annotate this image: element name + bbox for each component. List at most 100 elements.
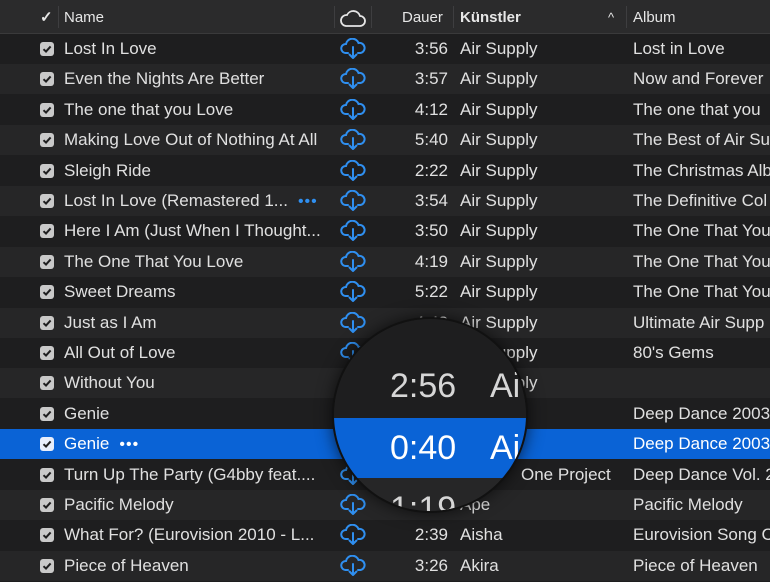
track-checkbox[interactable] [40, 224, 54, 239]
cloud-download-icon[interactable] [340, 98, 366, 121]
track-row[interactable]: Sleigh Ride 2:22 Air Supply The Christmas A… [0, 155, 770, 186]
track-name: Just as I Am [64, 308, 332, 338]
track-album: The Definitive Col [633, 191, 768, 210]
cloud-download-icon[interactable] [340, 554, 366, 577]
track-name: Turn Up The Party (G4bby feat.... [64, 460, 332, 490]
track-album: The One That You [633, 221, 770, 241]
track-duration: 3:50 [414, 221, 448, 241]
track-name: What For? (Eurovision 2010 - L... [64, 520, 332, 550]
cloud-download-icon[interactable] [340, 37, 366, 60]
checkmark-icon [42, 106, 52, 114]
checkmark-icon [42, 319, 52, 327]
track-checkbox[interactable] [40, 102, 54, 117]
track-name-text: Sleigh Ride [64, 160, 151, 180]
track-album: The One That You [633, 282, 770, 302]
column-divider [58, 6, 59, 28]
track-checkbox[interactable] [40, 346, 54, 360]
track-artist: Air Supply [460, 221, 538, 241]
track-row[interactable]: Even the Nights Are Better 3:57 Air Supply… [0, 64, 770, 95]
column-divider [453, 6, 454, 28]
track-name: Genie [64, 399, 332, 429]
dauer-column-header[interactable]: Dauer [402, 0, 443, 34]
track-checkbox[interactable] [40, 254, 54, 269]
track-artist: Air Supply [460, 282, 538, 302]
cloud-download-icon[interactable] [340, 68, 366, 90]
track-duration: 3:26 [414, 555, 448, 575]
track-album: Deep Dance Vol. 2 [633, 464, 770, 484]
checkmark-icon [42, 380, 52, 388]
track-artist: Akira [460, 555, 499, 575]
track-album: Now and Forever [633, 69, 764, 89]
track-name: The One That You Love [64, 247, 332, 277]
track-checkbox[interactable] [40, 558, 54, 573]
track-artist: Air Supply [460, 39, 538, 58]
track-checkbox[interactable] [40, 72, 54, 87]
album-column-header[interactable]: Album [633, 0, 676, 34]
checkmark-icon [42, 562, 52, 570]
track-name-text: All Out of Love [64, 343, 176, 362]
cloud-download-icon[interactable] [340, 189, 366, 212]
track-album [633, 368, 770, 398]
track-row[interactable]: Lost In Love (Remastered 1... ••• 3:54 Air … [0, 186, 770, 216]
track-name-text: Making Love Out of Nothing At All [64, 130, 318, 150]
track-artist: Air Supply [460, 160, 538, 180]
checkmark-icon [42, 136, 52, 145]
track-artist: Air Supply [460, 251, 538, 271]
cloud-download-icon[interactable] [340, 524, 366, 546]
track-row[interactable]: What For? (Eurovision 2010 - L... 2:39 Ais… [0, 520, 770, 551]
track-checkbox[interactable] [40, 194, 54, 208]
track-row[interactable]: The one that you Love 4:12 Air Supply The o… [0, 94, 770, 125]
track-checkbox[interactable] [40, 285, 54, 300]
track-row[interactable]: Sweet Dreams 5:22 Air Supply The One That Y… [0, 277, 770, 308]
cloud-download-icon[interactable] [340, 128, 366, 151]
track-checkbox[interactable] [40, 42, 54, 56]
track-name: Lost In Love (Remastered 1... ••• [64, 186, 332, 216]
track-album: The Best of Air Su [633, 130, 770, 150]
track-name-text: Here I Am (Just When I Thought... [64, 221, 321, 241]
track-name-text: What For? (Eurovision 2010 - L... [64, 525, 315, 545]
cloud-column-header[interactable] [340, 7, 366, 29]
track-name: Piece of Heaven [64, 551, 332, 581]
track-row[interactable]: Here I Am (Just When I Thought... 3:50 Air… [0, 216, 770, 247]
cloud-download-icon[interactable] [340, 250, 366, 273]
magnifier-artist-selected: Ai [490, 429, 521, 467]
track-artist: Air Supply [460, 99, 538, 119]
track-album: Deep Dance 2003 [633, 434, 770, 454]
track-duration: 5:22 [414, 282, 448, 302]
track-name-text: Sweet Dreams [64, 282, 176, 302]
track-checkbox[interactable] [40, 315, 54, 330]
magnifier-lens: 2:56 Ai 0:40 Ai 1:19 [334, 319, 526, 511]
track-checkbox[interactable] [40, 467, 54, 482]
track-row[interactable]: Making Love Out of Nothing At All 5:40 Air… [0, 125, 770, 156]
track-album: Lost in Love [633, 39, 725, 58]
track-checkbox[interactable] [40, 163, 54, 178]
check-column-header[interactable]: ✓ [40, 0, 53, 34]
track-checkbox[interactable] [40, 376, 54, 391]
track-duration: 3:54 [414, 191, 448, 210]
track-album: Deep Dance 2003 [633, 403, 770, 423]
track-duration: 2:22 [414, 160, 448, 180]
track-checkbox[interactable] [40, 498, 54, 512]
track-checkbox[interactable] [40, 133, 54, 148]
track-checkbox[interactable] [40, 437, 54, 452]
track-album: Ultimate Air Supp [633, 312, 765, 332]
cloud-download-icon[interactable] [340, 159, 366, 182]
track-name-text: Piece of Heaven [64, 555, 189, 575]
cloud-download-icon[interactable] [340, 280, 366, 303]
track-album: The One That You [633, 251, 770, 271]
track-checkbox[interactable] [40, 406, 54, 421]
track-name: Here I Am (Just When I Thought... [64, 216, 332, 246]
track-checkbox[interactable] [40, 528, 54, 543]
track-row[interactable]: The One That You Love 4:19 Air Supply The O… [0, 246, 770, 277]
name-column-header[interactable]: Name [64, 0, 104, 34]
kuenstler-column-header[interactable]: Künstler [460, 0, 521, 34]
cloud-download-icon[interactable] [340, 220, 366, 242]
track-row[interactable]: Lost In Love 3:56 Air Supply Lost in Love [0, 34, 770, 64]
track-duration: 3:56 [414, 39, 448, 58]
checkmark-icon [42, 410, 52, 418]
track-row[interactable]: Piece of Heaven 3:26 Akira Piece of Heaven [0, 550, 770, 581]
more-options-icon[interactable]: ••• [119, 436, 139, 453]
track-name: The one that you Love [64, 95, 332, 125]
track-name-text: Even the Nights Are Better [64, 69, 265, 89]
more-options-icon[interactable]: ••• [298, 193, 318, 210]
